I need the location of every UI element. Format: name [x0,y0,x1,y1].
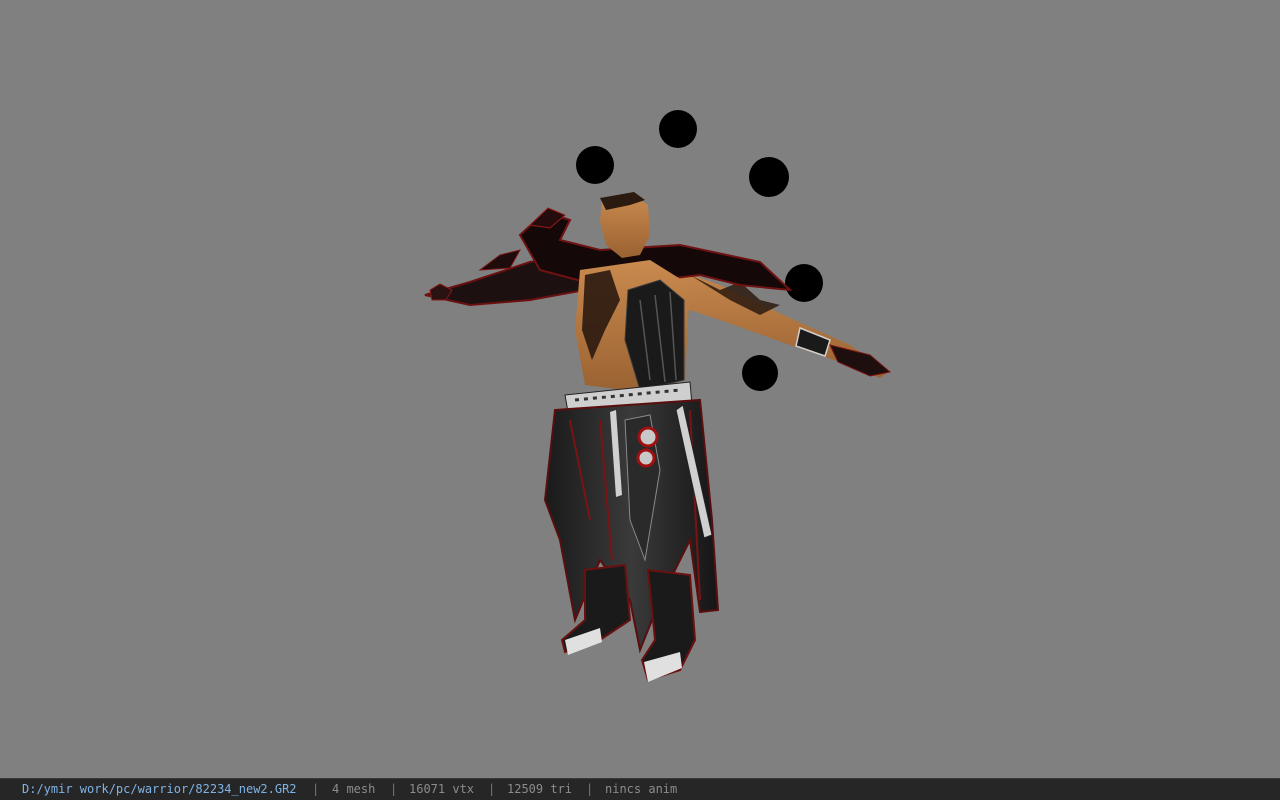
file-path: D:/ymir work/pc/warrior/82234_new2.GR2 [22,782,297,796]
orb [749,157,789,197]
status-separator: | [312,782,320,796]
orb [742,355,778,391]
character-model [424,192,892,682]
animation-status: nincs anim [605,782,678,796]
status-separator: | [488,782,496,796]
orb [659,110,697,148]
orb [576,146,614,184]
status-bar: D:/ymir work/pc/warrior/82234_new2.GR2 |… [0,778,1280,800]
vertex-count: 16071 vtx [409,782,475,796]
mesh-count: 4 mesh [332,782,376,796]
status-separator: | [586,782,594,796]
triangle-count: 12509 tri [507,782,573,796]
model-render [424,110,892,682]
status-separator: | [390,782,398,796]
3d-viewport[interactable] [0,0,1280,778]
orb [785,264,823,302]
